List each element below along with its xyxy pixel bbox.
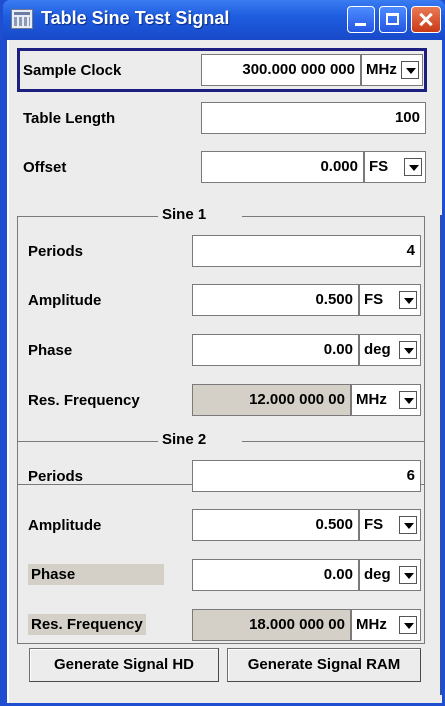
offset-label: Offset: [23, 159, 67, 176]
sine2-group-title: Sine 2: [158, 431, 211, 448]
sine1-periods-label: Periods: [28, 243, 84, 260]
dialog-body: Sample Clock 300.000 000 000 MHz Table L…: [3, 40, 442, 703]
sine2-group: Sine 2 Periods 6 Amplitude 0.500 FS Phas…: [17, 431, 425, 644]
sine2-amplitude-unit-select[interactable]: FS: [359, 509, 421, 541]
sine1-periods-input[interactable]: 4: [192, 235, 421, 267]
settings-panel: Sample Clock 300.000 000 000 MHz Table L…: [9, 40, 442, 703]
panel-edge-line: [440, 215, 442, 695]
sine2-res-frequency-label: Res. Frequency: [28, 614, 146, 635]
sine2-amplitude-input[interactable]: 0.500: [192, 509, 359, 541]
sample-clock-label: Sample Clock: [23, 62, 122, 79]
sine1-phase-unit-value: deg: [364, 341, 391, 358]
sine2-phase-row: Phase 0.00 deg: [28, 559, 421, 593]
offset-unit-select[interactable]: FS: [364, 151, 426, 183]
sine1-res-frequency-display: 12.000 000 00: [192, 384, 351, 416]
chevron-down-icon[interactable]: [399, 291, 417, 309]
sine2-periods-row: Periods 6: [28, 460, 421, 494]
sine2-phase-input[interactable]: 0.00: [192, 559, 359, 591]
sine2-res-frequency-unit-select[interactable]: MHz: [351, 609, 421, 641]
table-length-label: Table Length: [23, 110, 116, 127]
sine2-amplitude-row: Amplitude 0.500 FS: [28, 509, 421, 543]
sine1-group-title: Sine 1: [158, 206, 211, 223]
maximize-button[interactable]: [379, 6, 407, 33]
offset-unit-value: FS: [369, 158, 389, 175]
table-icon: [11, 9, 33, 29]
group-divider: [242, 216, 424, 217]
chevron-down-icon[interactable]: [399, 341, 417, 359]
sine1-amplitude-unit-value: FS: [364, 291, 384, 308]
sine2-amplitude-label: Amplitude: [28, 517, 102, 534]
sine1-amplitude-unit-select[interactable]: FS: [359, 284, 421, 316]
sine2-phase-label: Phase: [28, 564, 164, 585]
window-title: Table Sine Test Signal: [41, 8, 230, 28]
sine2-phase-unit-value: deg: [364, 566, 391, 583]
sine2-periods-label: Periods: [28, 468, 84, 485]
offset-input[interactable]: 0.000: [201, 151, 364, 183]
sine2-res-frequency-unit-value: MHz: [356, 616, 387, 633]
offset-row: Offset 0.000 FS: [23, 151, 428, 185]
group-divider: [18, 216, 158, 217]
sine1-amplitude-input[interactable]: 0.500: [192, 284, 359, 316]
sine1-res-frequency-unit-select[interactable]: MHz: [351, 384, 421, 416]
chevron-down-icon[interactable]: [399, 616, 417, 634]
chevron-down-icon[interactable]: [401, 61, 419, 79]
sample-clock-unit-select[interactable]: MHz: [361, 54, 423, 86]
sine1-amplitude-row: Amplitude 0.500 FS: [28, 284, 421, 318]
chevron-down-icon[interactable]: [399, 566, 417, 584]
sine1-phase-label: Phase: [28, 342, 73, 359]
sine2-res-frequency-display: 18.000 000 00: [192, 609, 351, 641]
group-divider: [18, 441, 158, 442]
sample-clock-unit-value: MHz: [366, 61, 397, 78]
table-length-row: Table Length 100: [23, 102, 428, 136]
chevron-down-icon[interactable]: [404, 158, 422, 176]
sine1-res-frequency-label: Res. Frequency: [28, 392, 140, 409]
sine1-res-frequency-row: Res. Frequency 12.000 000 00 MHz: [28, 384, 421, 418]
sine1-phase-row: Phase 0.00 deg: [28, 334, 421, 368]
sine2-phase-unit-select[interactable]: deg: [359, 559, 421, 591]
sine1-res-frequency-unit-value: MHz: [356, 391, 387, 408]
sample-clock-input[interactable]: 300.000 000 000: [201, 54, 361, 86]
dialog-window: Table Sine Test Signal Sample Clock 300.…: [0, 0, 445, 706]
sine1-periods-row: Periods 4: [28, 235, 421, 269]
minimize-button[interactable]: [347, 6, 375, 33]
table-length-input[interactable]: 100: [201, 102, 426, 134]
sine1-amplitude-label: Amplitude: [28, 292, 102, 309]
sine2-amplitude-unit-value: FS: [364, 516, 384, 533]
sample-clock-row: Sample Clock 300.000 000 000 MHz: [23, 54, 428, 88]
chevron-down-icon[interactable]: [399, 516, 417, 534]
sine1-phase-input[interactable]: 0.00: [192, 334, 359, 366]
generate-signal-ram-button[interactable]: Generate Signal RAM: [227, 648, 421, 682]
sine2-res-frequency-row: Res. Frequency 18.000 000 00 MHz: [28, 609, 421, 643]
title-bar[interactable]: Table Sine Test Signal: [3, 0, 445, 40]
chevron-down-icon[interactable]: [399, 391, 417, 409]
sine2-periods-input[interactable]: 6: [192, 460, 421, 492]
group-divider: [242, 441, 424, 442]
close-button[interactable]: [411, 6, 441, 33]
generate-signal-hd-button[interactable]: Generate Signal HD: [29, 648, 219, 682]
sine1-phase-unit-select[interactable]: deg: [359, 334, 421, 366]
